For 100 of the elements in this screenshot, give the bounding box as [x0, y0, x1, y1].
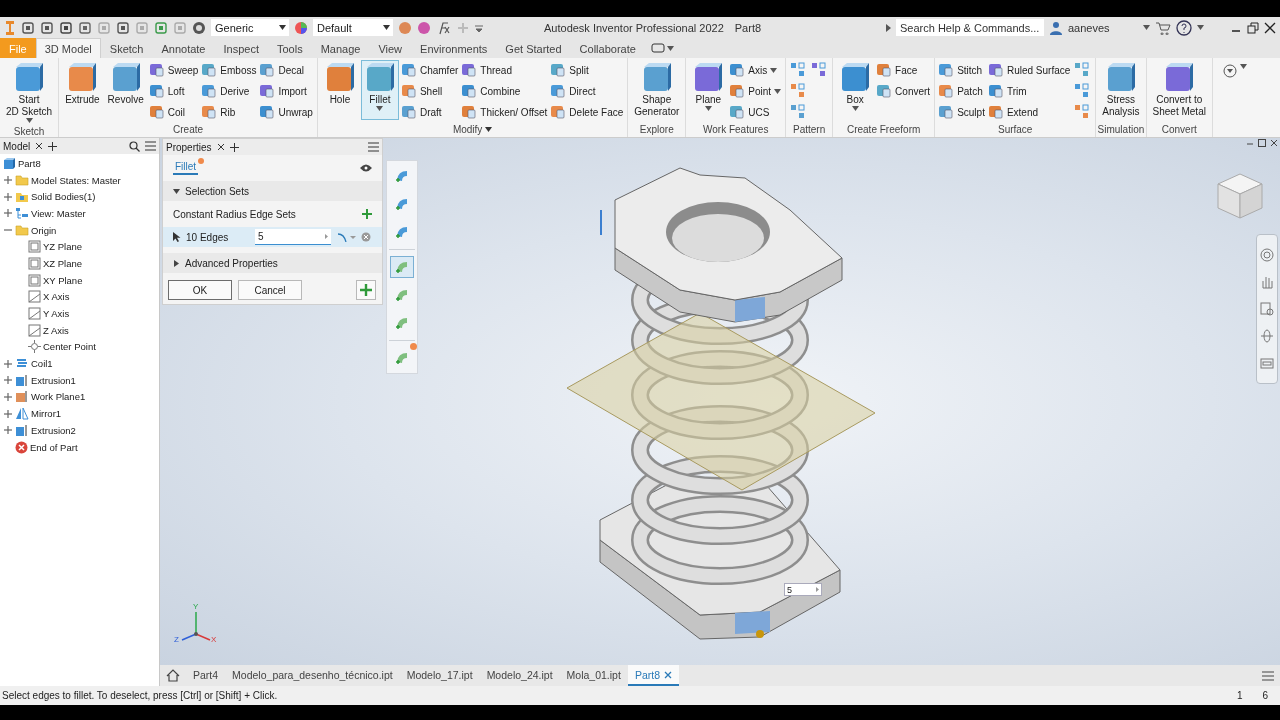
properties-tab[interactable]: Properties	[166, 141, 212, 153]
ribbon-button[interactable]: Plane	[689, 60, 728, 120]
collapse-arrow-icon[interactable]	[173, 187, 180, 195]
tree-item-label[interactable]: Origin	[31, 224, 57, 236]
expand-toggle-icon[interactable]	[3, 208, 13, 219]
tree-item-label[interactable]: XY Plane	[43, 274, 83, 286]
menu-icon[interactable]	[368, 142, 379, 152]
ribbon-button[interactable]: Decal	[259, 60, 314, 80]
ribbon-button[interactable]: Split	[550, 60, 625, 80]
tree-item-label[interactable]: Work Plane1	[31, 391, 86, 403]
ribbon-button[interactable]: Direct	[550, 81, 625, 101]
ribbon-button[interactable]: Extend	[987, 102, 1072, 122]
dialog-button[interactable]: Cancel	[238, 280, 302, 300]
ribbon-button[interactable]: Thicken/ Offset	[461, 102, 549, 122]
ribbon-tab[interactable]: Tools	[267, 38, 312, 58]
pan-icon[interactable]	[1260, 274, 1274, 289]
dimension-field[interactable]: 5	[784, 583, 822, 596]
search-field[interactable]: Search Help & Commands...	[896, 19, 1044, 36]
add-tab-icon[interactable]	[48, 141, 58, 151]
tree-item-label[interactable]: Z Axis	[43, 324, 69, 336]
tree-item-label[interactable]: Y Axis	[43, 308, 70, 320]
close-icon[interactable]	[1264, 21, 1276, 34]
ribbon-button[interactable]: Box	[836, 60, 875, 120]
view-face-icon[interactable]	[1260, 356, 1274, 371]
ribbon-tab[interactable]: Sketch	[100, 38, 153, 58]
ribbon-tab[interactable]: View	[369, 38, 412, 58]
search-icon[interactable]	[129, 140, 140, 152]
ribbon-tab[interactable]: Collaborate	[570, 38, 645, 58]
fillet-profile-icon[interactable]	[336, 232, 356, 242]
panel-toggle-icon[interactable]	[650, 43, 665, 53]
visibility-icon[interactable]	[360, 164, 372, 172]
parameters-icon[interactable]	[436, 20, 452, 35]
ribbon-tab[interactable]: Inspect	[214, 38, 268, 58]
tree-item-label[interactable]: View: Master	[31, 207, 86, 219]
ribbon-button[interactable]: Patch	[938, 81, 986, 101]
ribbon-button[interactable]: Coil	[148, 102, 200, 122]
tool-icon[interactable]	[1073, 61, 1092, 79]
edge-set-row[interactable]: 10 Edges 5	[163, 227, 382, 247]
ribbon-button[interactable]: Axis	[729, 60, 783, 80]
expand-arrow-icon[interactable]	[886, 23, 891, 32]
ribbon-button[interactable]: Face	[876, 60, 932, 80]
tree-item-label[interactable]: Mirror1	[31, 408, 62, 420]
ribbon-button[interactable]: Rib	[201, 102, 258, 122]
customize-icon[interactable]	[474, 22, 484, 33]
tree-item-label[interactable]: End of Part	[30, 441, 78, 453]
ribbon-button[interactable]: Derive	[201, 81, 258, 101]
document-tab[interactable]: Mola_01.ipt	[559, 665, 628, 686]
material-dropdown[interactable]: Generic	[211, 19, 289, 36]
expand-toggle-icon[interactable]	[3, 375, 13, 386]
tree-item-label[interactable]: Center Point	[43, 341, 96, 353]
tree-item-label[interactable]: Extrusion2	[31, 424, 76, 436]
tree-item-label[interactable]: XZ Plane	[43, 257, 83, 269]
ribbon-tab[interactable]: Annotate	[152, 38, 215, 58]
ribbon-button[interactable]: Combine	[461, 81, 549, 101]
ribbon-button[interactable]: Sculpt	[938, 102, 986, 122]
ribbon-button[interactable]: Loft	[148, 81, 200, 101]
tree-item-label[interactable]: X Axis	[43, 291, 70, 303]
maximize-icon[interactable]	[1258, 139, 1266, 147]
radius-field[interactable]: 5	[255, 229, 331, 245]
document-tab[interactable]: Modelo_para_desenho_técnico.ipt	[225, 665, 400, 686]
tree-item-label[interactable]: Part8	[18, 157, 41, 169]
menu-icon[interactable]	[145, 141, 156, 151]
strip-tool-button[interactable]	[390, 256, 414, 278]
expand-toggle-icon[interactable]	[3, 191, 13, 202]
ribbon-button[interactable]: Emboss	[201, 60, 258, 80]
material-ball-icon[interactable]	[192, 20, 206, 35]
restore-icon[interactable]	[1247, 21, 1259, 34]
ribbon-tab[interactable]: Manage	[311, 38, 370, 58]
zoom-icon[interactable]	[1260, 301, 1274, 316]
tree-item-label[interactable]: Solid Bodies(1)	[31, 191, 96, 203]
tree-item-label[interactable]: YZ Plane	[43, 241, 83, 253]
ribbon-button[interactable]: Hole	[320, 60, 359, 120]
ribbon-button[interactable]: Shape Generator	[631, 60, 683, 120]
add-icon[interactable]	[362, 209, 372, 219]
tree-item-label[interactable]: Coil1	[31, 358, 53, 370]
tree-item-label[interactable]: Model States: Master	[31, 174, 121, 186]
tool-icon[interactable]	[1073, 103, 1092, 121]
adjust-appearance-icon[interactable]	[398, 20, 412, 35]
ribbon-button[interactable]: Start 2D Sketch	[3, 60, 56, 125]
expand-toggle-icon[interactable]	[3, 408, 13, 419]
color-wheel-icon[interactable]	[294, 20, 308, 35]
ribbon-button[interactable]: UCS	[729, 102, 783, 122]
tool-icon[interactable]	[789, 103, 808, 121]
ribbon-button[interactable]: Extrude	[62, 60, 103, 120]
browser-tab[interactable]: Model	[3, 140, 31, 152]
options-icon[interactable]	[1222, 64, 1237, 78]
expand-toggle-icon[interactable]	[3, 391, 13, 402]
help-icon[interactable]	[1176, 19, 1192, 36]
expand-arrow-icon[interactable]	[173, 259, 180, 267]
appearance-dropdown[interactable]: Default	[313, 19, 393, 36]
tool-icon[interactable]	[789, 61, 808, 79]
add-tab-icon[interactable]	[229, 142, 239, 152]
tree-item-label[interactable]: Extrusion1	[31, 374, 76, 386]
ribbon-button[interactable]: Trim	[987, 81, 1072, 101]
remove-icon[interactable]	[361, 232, 371, 242]
ribbon-button[interactable]: Convert	[876, 81, 932, 101]
expand-toggle-icon[interactable]	[3, 358, 13, 369]
clear-appearance-icon[interactable]	[417, 20, 431, 35]
close-icon[interactable]	[35, 142, 44, 150]
steering-wheel-icon[interactable]	[1260, 247, 1274, 262]
